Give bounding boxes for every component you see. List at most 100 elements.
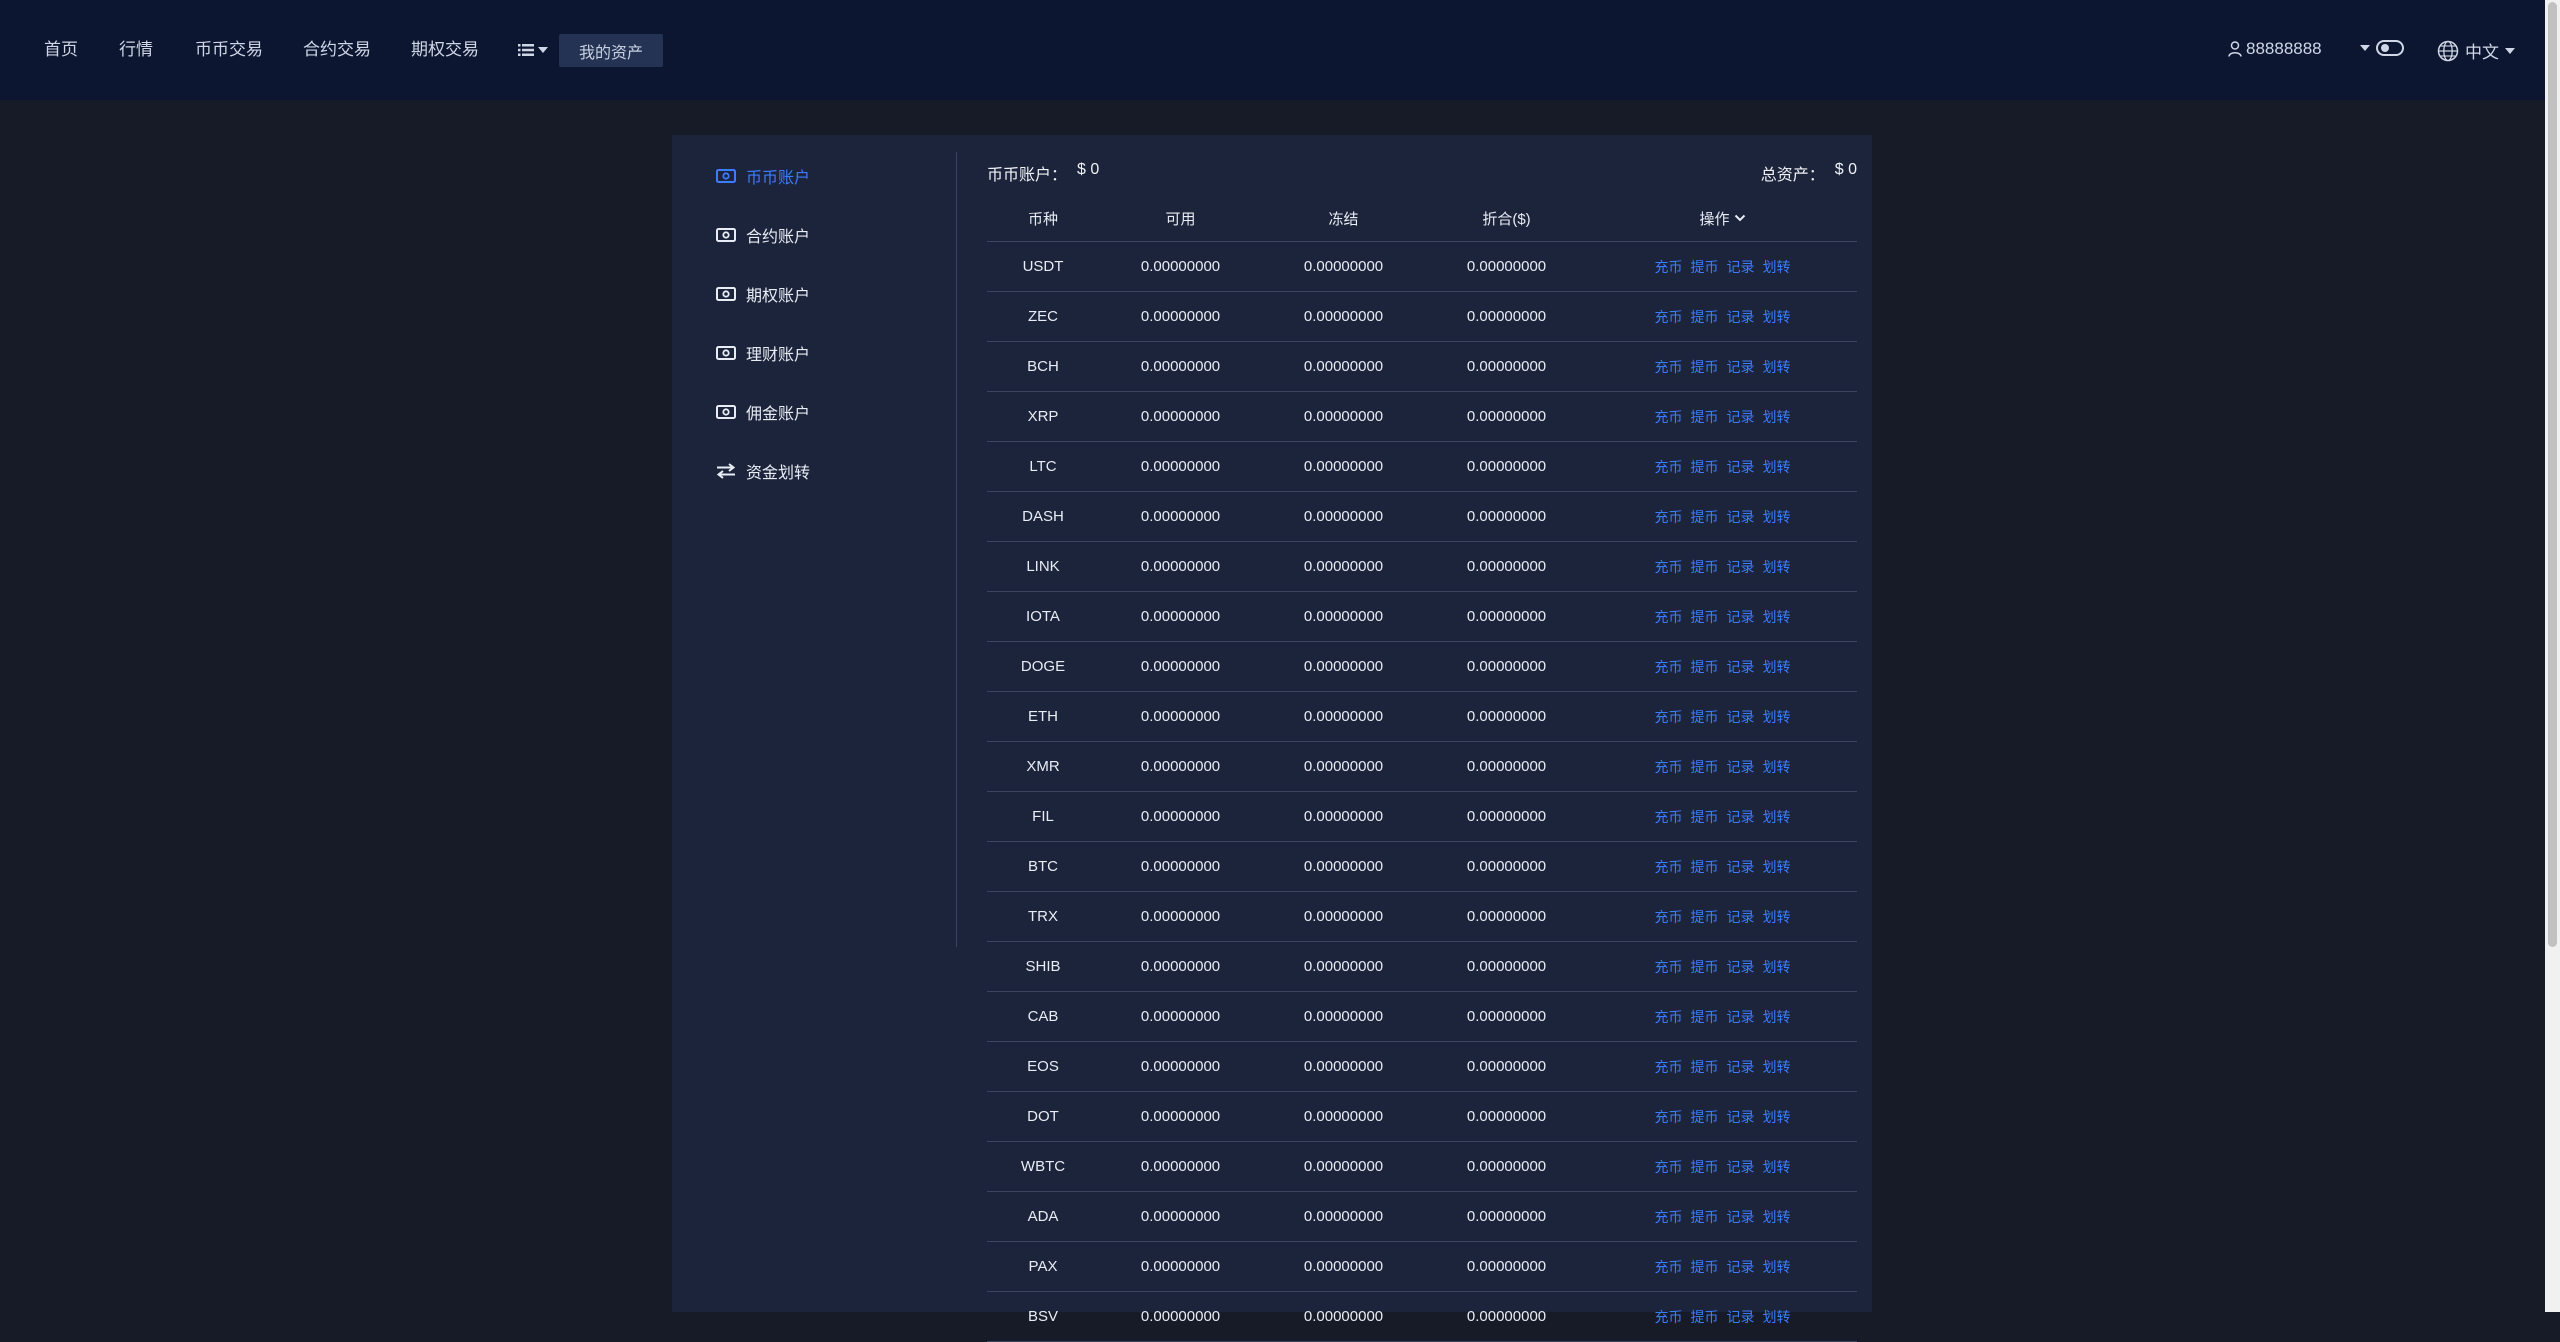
deposit-link[interactable]: 充币 [1655, 1209, 1683, 1225]
withdraw-link[interactable]: 提币 [1691, 609, 1719, 625]
deposit-link[interactable]: 充币 [1655, 1259, 1683, 1275]
withdraw-link[interactable]: 提币 [1691, 1159, 1719, 1175]
deposit-link[interactable]: 充币 [1655, 1059, 1683, 1075]
withdraw-link[interactable]: 提币 [1691, 359, 1719, 375]
deposit-link[interactable]: 充币 [1655, 1009, 1683, 1025]
withdraw-link[interactable]: 提币 [1691, 1009, 1719, 1025]
column-header-actions[interactable]: 操作 [1588, 195, 1857, 242]
scrollbar-thumb[interactable] [2548, 2, 2557, 947]
nav-market[interactable]: 行情 [119, 38, 153, 62]
transfer-link[interactable]: 划转 [1763, 559, 1791, 575]
withdraw-link[interactable]: 提币 [1691, 259, 1719, 275]
deposit-link[interactable]: 充币 [1655, 509, 1683, 525]
records-link[interactable]: 记录 [1727, 1109, 1755, 1125]
records-link[interactable]: 记录 [1727, 759, 1755, 775]
withdraw-link[interactable]: 提币 [1691, 1309, 1719, 1325]
records-link[interactable]: 记录 [1727, 459, 1755, 475]
deposit-link[interactable]: 充币 [1655, 259, 1683, 275]
sidebar-item-commission-account[interactable]: 佣金账户 [716, 400, 810, 424]
withdraw-link[interactable]: 提币 [1691, 859, 1719, 875]
deposit-link[interactable]: 充币 [1655, 959, 1683, 975]
transfer-link[interactable]: 划转 [1763, 859, 1791, 875]
records-link[interactable]: 记录 [1727, 409, 1755, 425]
deposit-link[interactable]: 充币 [1655, 809, 1683, 825]
records-link[interactable]: 记录 [1727, 609, 1755, 625]
transfer-link[interactable]: 划转 [1763, 259, 1791, 275]
records-link[interactable]: 记录 [1727, 309, 1755, 325]
transfer-link[interactable]: 划转 [1763, 809, 1791, 825]
records-link[interactable]: 记录 [1727, 509, 1755, 525]
sidebar-item-finance-account[interactable]: 理财账户 [716, 341, 810, 365]
transfer-link[interactable]: 划转 [1763, 959, 1791, 975]
withdraw-link[interactable]: 提币 [1691, 809, 1719, 825]
deposit-link[interactable]: 充币 [1655, 1159, 1683, 1175]
transfer-link[interactable]: 划转 [1763, 609, 1791, 625]
withdraw-link[interactable]: 提币 [1691, 1259, 1719, 1275]
nav-home[interactable]: 首页 [44, 38, 78, 62]
transfer-link[interactable]: 划转 [1763, 759, 1791, 775]
deposit-link[interactable]: 充币 [1655, 709, 1683, 725]
sidebar-item-contract-account[interactable]: 合约账户 [716, 223, 810, 247]
nav-contract-trading[interactable]: 合约交易 [303, 38, 371, 62]
deposit-link[interactable]: 充币 [1655, 909, 1683, 925]
transfer-link[interactable]: 划转 [1763, 359, 1791, 375]
withdraw-link[interactable]: 提币 [1691, 409, 1719, 425]
records-link[interactable]: 记录 [1727, 259, 1755, 275]
transfer-link[interactable]: 划转 [1763, 459, 1791, 475]
deposit-link[interactable]: 充币 [1655, 559, 1683, 575]
records-link[interactable]: 记录 [1727, 559, 1755, 575]
deposit-link[interactable]: 充币 [1655, 459, 1683, 475]
deposit-link[interactable]: 充币 [1655, 409, 1683, 425]
nav-spot-trading[interactable]: 币币交易 [195, 38, 263, 62]
page-scrollbar[interactable] [2545, 0, 2560, 1312]
withdraw-link[interactable]: 提币 [1691, 959, 1719, 975]
sidebar-item-fund-transfer[interactable]: 资金划转 [716, 459, 810, 483]
transfer-link[interactable]: 划转 [1763, 1209, 1791, 1225]
transfer-link[interactable]: 划转 [1763, 909, 1791, 925]
sidebar-item-spot-account[interactable]: 币币账户 [716, 164, 810, 188]
withdraw-link[interactable]: 提币 [1691, 659, 1719, 675]
records-link[interactable]: 记录 [1727, 959, 1755, 975]
deposit-link[interactable]: 充币 [1655, 1109, 1683, 1125]
transfer-link[interactable]: 划转 [1763, 309, 1791, 325]
records-link[interactable]: 记录 [1727, 1259, 1755, 1275]
records-link[interactable]: 记录 [1727, 809, 1755, 825]
transfer-link[interactable]: 划转 [1763, 1309, 1791, 1325]
records-link[interactable]: 记录 [1727, 1059, 1755, 1075]
deposit-link[interactable]: 充币 [1655, 659, 1683, 675]
deposit-link[interactable]: 充币 [1655, 759, 1683, 775]
records-link[interactable]: 记录 [1727, 659, 1755, 675]
records-link[interactable]: 记录 [1727, 359, 1755, 375]
more-menu-button[interactable] [518, 38, 548, 62]
transfer-link[interactable]: 划转 [1763, 1159, 1791, 1175]
user-menu[interactable]: 88888888 [2228, 39, 2322, 59]
withdraw-link[interactable]: 提币 [1691, 759, 1719, 775]
records-link[interactable]: 记录 [1727, 1209, 1755, 1225]
withdraw-link[interactable]: 提币 [1691, 509, 1719, 525]
withdraw-link[interactable]: 提币 [1691, 459, 1719, 475]
records-link[interactable]: 记录 [1727, 859, 1755, 875]
transfer-link[interactable]: 划转 [1763, 659, 1791, 675]
sidebar-item-options-account[interactable]: 期权账户 [716, 282, 810, 306]
nav-options-trading[interactable]: 期权交易 [411, 38, 479, 62]
records-link[interactable]: 记录 [1727, 1309, 1755, 1325]
withdraw-link[interactable]: 提币 [1691, 559, 1719, 575]
deposit-link[interactable]: 充币 [1655, 359, 1683, 375]
records-link[interactable]: 记录 [1727, 1009, 1755, 1025]
withdraw-link[interactable]: 提币 [1691, 1109, 1719, 1125]
transfer-link[interactable]: 划转 [1763, 1259, 1791, 1275]
records-link[interactable]: 记录 [1727, 1159, 1755, 1175]
deposit-link[interactable]: 充币 [1655, 309, 1683, 325]
withdraw-link[interactable]: 提币 [1691, 709, 1719, 725]
records-link[interactable]: 记录 [1727, 709, 1755, 725]
records-link[interactable]: 记录 [1727, 909, 1755, 925]
deposit-link[interactable]: 充币 [1655, 609, 1683, 625]
transfer-link[interactable]: 划转 [1763, 509, 1791, 525]
withdraw-link[interactable]: 提币 [1691, 1209, 1719, 1225]
transfer-link[interactable]: 划转 [1763, 709, 1791, 725]
deposit-link[interactable]: 充币 [1655, 859, 1683, 875]
withdraw-link[interactable]: 提币 [1691, 909, 1719, 925]
transfer-link[interactable]: 划转 [1763, 1109, 1791, 1125]
transfer-link[interactable]: 划转 [1763, 1009, 1791, 1025]
deposit-link[interactable]: 充币 [1655, 1309, 1683, 1325]
